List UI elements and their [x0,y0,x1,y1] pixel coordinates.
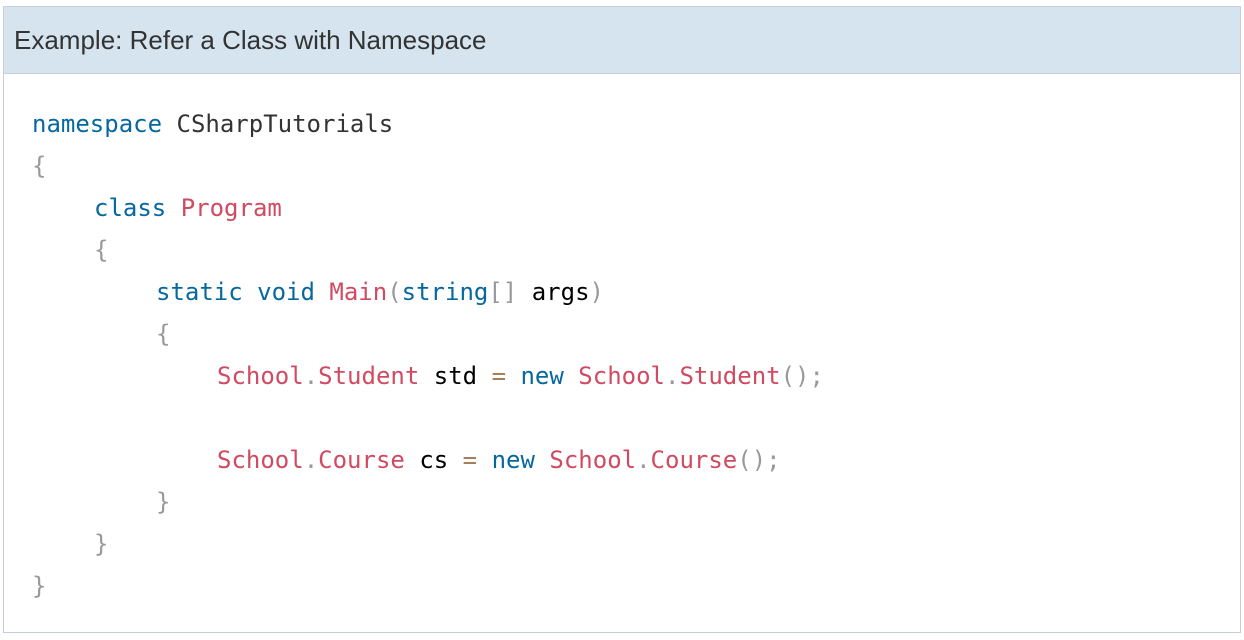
example-title: Example: Refer a Class with Namespace [14,24,487,55]
method-name: Main [329,278,388,306]
namespace-ref: School [549,446,637,474]
equals-operator: = [491,362,507,390]
equals-operator: = [462,446,478,474]
dot: . [665,362,680,390]
keyword-string: string [401,278,489,306]
open-brace: { [32,152,47,180]
code-line-1: namespace CSharpTutorials [32,103,1230,145]
dot: . [636,446,651,474]
namespace-name: CSharpTutorials [176,110,394,138]
class-ref: Course [318,446,405,474]
namespace-ref: School [217,362,304,390]
keyword-new: new [520,362,564,390]
variable-name: cs [419,446,449,474]
array-brackets: [] [488,278,518,306]
code-line-3: class Program [32,187,1230,229]
code-line-12: } [32,565,1230,607]
call-parens: (); [737,446,781,474]
code-line-7: School.Student std = new School.Student(… [32,355,1230,397]
code-line-6: { [32,313,1230,355]
close-brace: } [156,488,171,516]
code-line-2: { [32,145,1230,187]
namespace-ref: School [578,362,665,390]
open-brace: { [156,320,171,348]
keyword-namespace: namespace [32,110,163,138]
code-line-5: static void Main(string[] args) [32,271,1230,313]
keyword-new: new [491,446,535,474]
code-line-10: } [32,481,1230,523]
call-parens: (); [780,362,824,390]
open-brace: { [94,236,109,264]
code-example-panel: Example: Refer a Class with Namespace na… [3,6,1241,633]
keyword-static: static [156,278,243,306]
code-line-4: { [32,229,1230,271]
close-paren: ) [589,278,604,306]
dot: . [303,362,319,390]
namespace-ref: School [217,446,304,474]
code-line-11: } [32,523,1230,565]
close-brace: } [32,572,47,600]
code-line-9: School.Course cs = new School.Course(); [32,439,1230,481]
code-block[interactable]: namespace CSharpTutorials { class Progra… [32,103,1230,607]
dot: . [303,446,319,474]
class-ref: Course [650,446,738,474]
keyword-class: class [94,194,167,222]
class-ref: Student [679,362,781,390]
variable-name: std [433,362,478,390]
close-brace: } [94,530,109,558]
class-ref: Student [318,362,420,390]
example-header: Example: Refer a Class with Namespace [4,7,1240,74]
keyword-void: void [257,278,315,306]
open-paren: ( [387,278,402,306]
code-line-8-blank [32,397,1230,439]
class-name: Program [180,194,282,222]
param-name: args [531,278,590,306]
